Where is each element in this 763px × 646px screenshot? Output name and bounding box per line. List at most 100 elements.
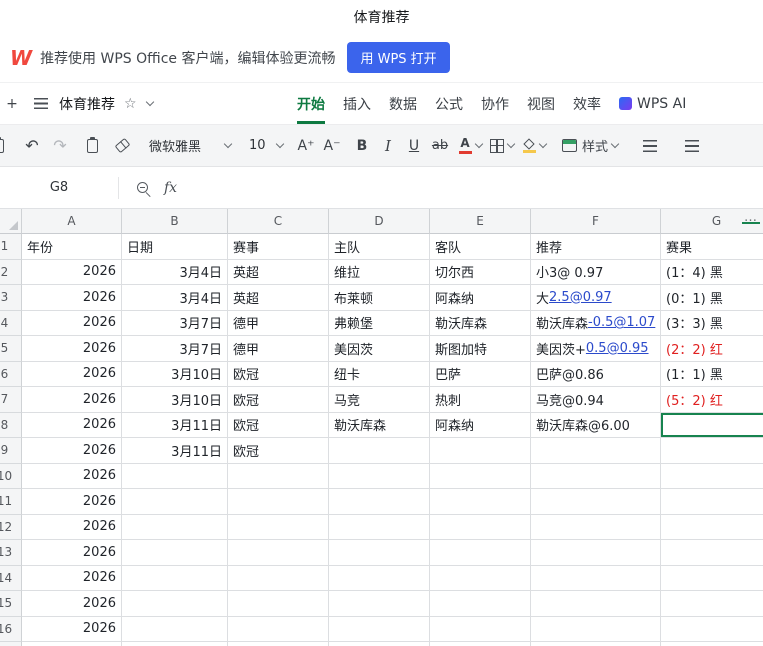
cell-F16[interactable] xyxy=(531,616,661,642)
cell-A9[interactable]: 2026 xyxy=(22,438,122,464)
chevron-down-icon[interactable] xyxy=(474,139,483,149)
cell-A13[interactable]: 2026 xyxy=(22,540,122,566)
cell-A1[interactable]: 年份 xyxy=(22,234,122,260)
row-header-17[interactable]: 17 xyxy=(0,642,22,646)
cell-G15[interactable] xyxy=(661,591,763,617)
name-box[interactable]: G8 xyxy=(0,180,118,195)
cell-B8[interactable]: 3月11日 xyxy=(122,412,228,438)
font-color-button[interactable]: A xyxy=(458,132,483,160)
cell-E1[interactable]: 客队 xyxy=(430,234,531,260)
cell-B11[interactable] xyxy=(122,489,228,515)
cell-D13[interactable] xyxy=(329,540,430,566)
increase-font-button[interactable]: A⁺ xyxy=(294,132,318,160)
fill-color-button[interactable] xyxy=(522,132,547,160)
chevron-down-icon[interactable] xyxy=(145,97,154,107)
cell-B15[interactable] xyxy=(122,591,228,617)
cell-A15[interactable]: 2026 xyxy=(22,591,122,617)
row-header-14[interactable]: 14 xyxy=(0,565,22,591)
formula-input[interactable] xyxy=(177,167,763,208)
cell-G12[interactable] xyxy=(661,514,763,540)
cell-F2[interactable]: 小3@ 0.97 xyxy=(531,259,661,285)
cell-F5[interactable]: 美因茨+ 0.5@0.95 xyxy=(531,336,661,362)
cell-D17[interactable] xyxy=(329,642,430,646)
cell-C8[interactable]: 欧冠 xyxy=(228,412,329,438)
cell-F10[interactable] xyxy=(531,463,661,489)
cell-E17[interactable] xyxy=(430,642,531,646)
cell-D11[interactable] xyxy=(329,489,430,515)
align-center-button[interactable] xyxy=(680,132,704,160)
tab-collaborate[interactable]: 协作 xyxy=(472,83,518,124)
tab-efficiency[interactable]: 效率 xyxy=(564,83,610,124)
select-all-corner[interactable] xyxy=(0,209,22,234)
cell-B3[interactable]: 3月4日 xyxy=(122,285,228,311)
hamburger-menu-icon[interactable] xyxy=(34,98,48,109)
cell-G2[interactable]: (1：4) 黑 xyxy=(661,259,763,285)
cell-D5[interactable]: 美因茨 xyxy=(329,336,430,362)
row-header-9[interactable]: 9 xyxy=(0,438,22,464)
row-header-2[interactable]: 2 xyxy=(0,259,22,285)
new-tab-plus-icon[interactable]: + xyxy=(0,90,24,118)
column-header-f[interactable]: F xyxy=(531,209,661,234)
tab-wps-ai[interactable]: WPS AI xyxy=(610,83,695,124)
cell-F3[interactable]: 大 2.5@0.97 xyxy=(531,285,661,311)
cell-G4[interactable]: (3：3) 黑 xyxy=(661,310,763,336)
font-family-select[interactable]: 微软雅黑 xyxy=(142,132,238,160)
tab-data[interactable]: 数据 xyxy=(380,83,426,124)
cell-E3[interactable]: 阿森纳 xyxy=(430,285,531,311)
cell-E5[interactable]: 斯图加特 xyxy=(430,336,531,362)
cell-D9[interactable] xyxy=(329,438,430,464)
cell-D12[interactable] xyxy=(329,514,430,540)
cell-B12[interactable] xyxy=(122,514,228,540)
cell-A8[interactable]: 2026 xyxy=(22,412,122,438)
hyperlink-text[interactable]: 2.5@0.97 xyxy=(549,290,612,305)
cell-G8[interactable] xyxy=(661,412,763,438)
cell-A14[interactable]: 2026 xyxy=(22,565,122,591)
column-header-b[interactable]: B xyxy=(122,209,228,234)
cell-G11[interactable] xyxy=(661,489,763,515)
cell-E2[interactable]: 切尔西 xyxy=(430,259,531,285)
column-header-d[interactable]: D xyxy=(329,209,430,234)
cell-B5[interactable]: 3月7日 xyxy=(122,336,228,362)
cell-E11[interactable] xyxy=(430,489,531,515)
bold-button[interactable]: B xyxy=(350,132,374,160)
cell-G9[interactable] xyxy=(661,438,763,464)
cell-A7[interactable]: 2026 xyxy=(22,387,122,413)
borders-button[interactable] xyxy=(490,132,516,160)
cell-C1[interactable]: 赛事 xyxy=(228,234,329,260)
cell-G3[interactable]: (0：1) 黑 xyxy=(661,285,763,311)
cell-A16[interactable]: 2026 xyxy=(22,616,122,642)
row-header-10[interactable]: 10 xyxy=(0,463,22,489)
cell-C6[interactable]: 欧冠 xyxy=(228,361,329,387)
cell-F14[interactable] xyxy=(531,565,661,591)
cell-E12[interactable] xyxy=(430,514,531,540)
cell-D16[interactable] xyxy=(329,616,430,642)
cell-C5[interactable]: 德甲 xyxy=(228,336,329,362)
column-header-c[interactable]: C xyxy=(228,209,329,234)
cell-A5[interactable]: 2026 xyxy=(22,336,122,362)
cell-G17[interactable] xyxy=(661,642,763,646)
cell-D15[interactable] xyxy=(329,591,430,617)
paste-icon[interactable] xyxy=(0,132,10,160)
cell-C2[interactable]: 英超 xyxy=(228,259,329,285)
cell-E15[interactable] xyxy=(430,591,531,617)
row-header-11[interactable]: 11 xyxy=(0,489,22,515)
cell-G6[interactable]: (1：1) 黑 xyxy=(661,361,763,387)
decrease-font-button[interactable]: A⁻ xyxy=(320,132,344,160)
chevron-down-icon[interactable] xyxy=(610,139,620,149)
cell-D7[interactable]: 马竞 xyxy=(329,387,430,413)
cell-D10[interactable] xyxy=(329,463,430,489)
cell-F8[interactable]: 勒沃库森@6.00 xyxy=(531,412,661,438)
cell-F11[interactable] xyxy=(531,489,661,515)
cell-A11[interactable]: 2026 xyxy=(22,489,122,515)
cell-C7[interactable]: 欧冠 xyxy=(228,387,329,413)
row-header-7[interactable]: 7 xyxy=(0,387,22,413)
italic-button[interactable]: I xyxy=(376,132,400,160)
cell-A3[interactable]: 2026 xyxy=(22,285,122,311)
zoom-icon[interactable] xyxy=(137,182,148,193)
cell-A2[interactable]: 2026 xyxy=(22,259,122,285)
format-painter-button[interactable] xyxy=(80,132,104,160)
cell-E9[interactable] xyxy=(430,438,531,464)
cell-C10[interactable] xyxy=(228,463,329,489)
cell-E7[interactable]: 热刺 xyxy=(430,387,531,413)
tab-formula[interactable]: 公式 xyxy=(426,83,472,124)
